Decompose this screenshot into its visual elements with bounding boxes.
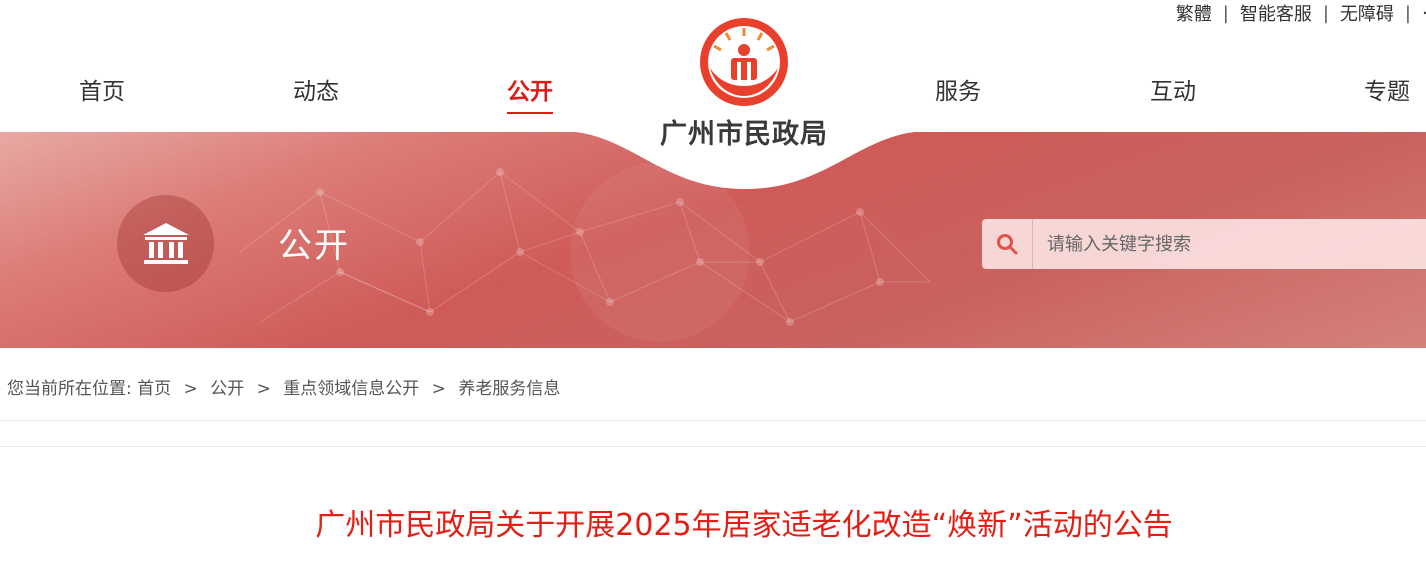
article-title: 广州市民政局关于开展2025年居家适老化改造“焕新”活动的公告 [315, 508, 1173, 543]
site-logo[interactable]: 广州市民政局 [644, 16, 844, 156]
separator: | [1222, 2, 1229, 24]
separator: | [1322, 2, 1329, 24]
breadcrumb-home[interactable]: 首页 [137, 379, 171, 399]
search-icon [997, 234, 1018, 255]
government-building-icon [142, 222, 189, 264]
breadcrumb-separator: > [431, 379, 446, 399]
search-button[interactable] [982, 219, 1033, 269]
logo-text: 广州市民政局 [660, 119, 828, 150]
breadcrumb-separator: > [183, 379, 198, 399]
nav-home[interactable]: 首页 [79, 74, 125, 110]
civil-affairs-emblem-icon [700, 18, 788, 106]
breadcrumb-elderly-services[interactable]: 养老服务信息 [458, 379, 560, 399]
nav-services[interactable]: 服务 [935, 74, 981, 110]
separator: | [1404, 2, 1411, 24]
breadcrumb-separator: > [256, 379, 271, 399]
divider [0, 446, 1426, 447]
smart-service-link[interactable]: 智能客服 [1240, 0, 1312, 26]
search-bar [982, 219, 1426, 269]
search-input[interactable] [1033, 219, 1426, 269]
banner-title: 公开 [278, 226, 350, 266]
section-banner: 公开 [0, 132, 1426, 348]
breadcrumb-key-areas[interactable]: 重点领域信息公开 [283, 379, 419, 399]
utility-bar: 繁體 | 智能客服 | 无障碍 | · [1176, 0, 1426, 26]
divider [0, 420, 1426, 421]
nav-news[interactable]: 动态 [293, 74, 339, 110]
accessibility-link[interactable]: 无障碍 [1340, 0, 1394, 26]
nav-public[interactable]: 公开 [507, 74, 553, 114]
breadcrumb: 您当前所在位置: 首页 > 公开 > 重点领域信息公开 > 养老服务信息 [7, 374, 560, 399]
nav-topics[interactable]: 专题 [1364, 74, 1410, 110]
nav-interaction[interactable]: 互动 [1150, 74, 1196, 110]
breadcrumb-public[interactable]: 公开 [210, 379, 244, 399]
breadcrumb-prefix: 您当前所在位置: [7, 379, 132, 399]
traditional-chinese-link[interactable]: 繁體 [1176, 0, 1212, 26]
banner-icon-circle [117, 195, 214, 292]
cut-off-link[interactable]: · [1422, 3, 1426, 24]
